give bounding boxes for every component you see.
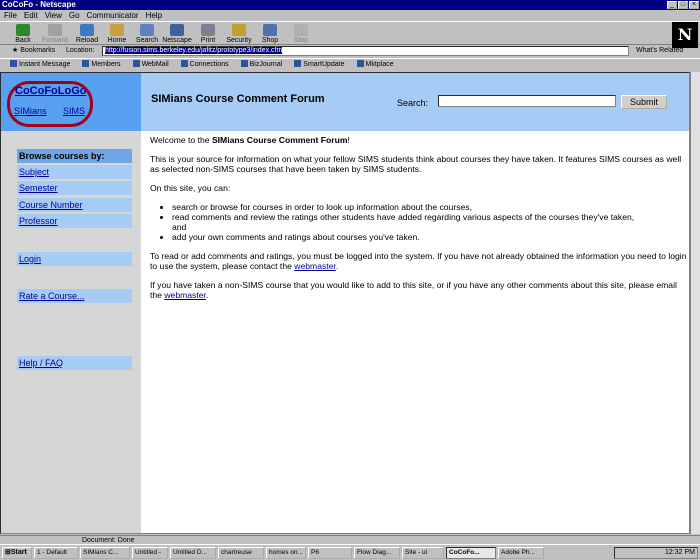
taskbar-item[interactable]: 1 - Default (34, 547, 78, 559)
list-item: add your own comments and ratings about … (172, 232, 689, 242)
bookmark-icon (132, 60, 140, 67)
welcome-paragraph: Welcome to the SIMians Course Comment Fo… (150, 135, 350, 145)
taskbar-item[interactable]: Flow Diag... (354, 547, 400, 559)
home-button[interactable]: Home (102, 24, 132, 44)
personal-webmail[interactable]: WebMail (132, 59, 169, 70)
security-button[interactable]: Security (224, 24, 254, 44)
whats-related-button[interactable]: What's Related (636, 45, 683, 57)
nonsims-paragraph: If you have taken a non-SIMS course that… (150, 280, 677, 300)
taskbar-item[interactable]: Adobe Ph... (498, 547, 544, 559)
window-controls: _ □ × (667, 1, 699, 9)
list-item: search or browse for courses in order to… (172, 202, 689, 212)
home-icon (110, 24, 124, 36)
netscape-button[interactable]: Netscape (162, 24, 192, 44)
reload-button[interactable]: Reload (72, 24, 102, 44)
personal-mktplace[interactable]: Mktplace (356, 59, 394, 70)
login-paragraph: To read or add comments and ratings, you… (150, 251, 687, 271)
location-label: Location: (66, 47, 95, 54)
features-list: search or browse for courses in order to… (150, 202, 689, 242)
nav-help-faq[interactable]: Help / FAQ (17, 356, 132, 370)
webmaster-link[interactable]: webmaster (294, 261, 336, 271)
taskbar-item[interactable]: homes on... (266, 547, 306, 559)
nav-course-number[interactable]: Course Number (17, 198, 132, 212)
menu-help[interactable]: Help (146, 10, 162, 21)
status-bar: Document: Done (0, 535, 700, 544)
window-title: CoCoFo - Netscape (0, 0, 700, 10)
browse-header: Browse courses by: (17, 149, 132, 163)
bookmark-icon (82, 60, 90, 67)
bookmarks-button[interactable]: ★ Bookmarks (12, 45, 55, 57)
simians-link[interactable]: SIMians (14, 106, 47, 116)
taskbar-item-active[interactable]: CoCoFo... (446, 547, 496, 559)
vertical-scrollbar[interactable] (690, 72, 700, 534)
print-button[interactable]: Print (193, 24, 223, 44)
system-tray: 12:32 PM (614, 547, 698, 559)
taskbar-item[interactable]: SIMians C... (80, 547, 130, 559)
nav-rate-course[interactable]: Rate a Course... (17, 289, 132, 303)
taskbar-item[interactable]: P6 (308, 547, 352, 559)
page-content: CoCoFoLoGo SIMians SIMS SIMians Course C… (0, 72, 690, 534)
bookmark-icon (294, 60, 302, 67)
menu-edit[interactable]: Edit (24, 10, 38, 21)
print-icon (201, 24, 215, 36)
maximize-button[interactable]: □ (678, 1, 688, 9)
bookmark-icon (240, 60, 248, 67)
minimize-button[interactable]: _ (667, 1, 677, 9)
forward-button[interactable]: Forward (40, 24, 70, 44)
search-button[interactable]: Search (132, 24, 162, 44)
personal-members[interactable]: Members (82, 59, 121, 70)
logo-link[interactable]: CoCoFoLoGo (15, 85, 86, 97)
webmaster-link[interactable]: webmaster (164, 290, 206, 300)
back-button[interactable]: Back (8, 24, 38, 44)
search-input[interactable] (438, 95, 616, 107)
personal-connections[interactable]: Connections (180, 59, 229, 70)
can-paragraph: On this site, you can: (150, 183, 231, 193)
personal-bizjournal[interactable]: BizJournal (240, 59, 282, 70)
personal-smartupdate[interactable]: SmartUpdate (294, 59, 345, 70)
url-input[interactable]: http://fusion.sims.berkeley.edu/jafitz/p… (102, 46, 629, 56)
sims-link[interactable]: SIMS (63, 106, 85, 116)
nav-subject[interactable]: Subject (17, 165, 132, 179)
taskbar-item[interactable]: Site - ui (402, 547, 444, 559)
taskbar-item[interactable]: chartreuse (218, 547, 264, 559)
start-button[interactable]: ⊞Start (2, 547, 32, 559)
personal-instant-message[interactable]: Instant Message (10, 59, 70, 70)
message-icon (10, 60, 17, 67)
menu-go[interactable]: Go (69, 10, 80, 21)
stop-icon (294, 24, 308, 36)
menu-file[interactable]: File (4, 10, 17, 21)
menu-communicator[interactable]: Communicator (87, 10, 139, 21)
personal-toolbar: Instant Message Members WebMail Connecti… (0, 58, 700, 70)
shop-icon (263, 24, 277, 36)
submit-button[interactable]: Submit (621, 95, 667, 109)
navigation-toolbar: Back Forward Reload Home Search Netscape… (0, 21, 700, 45)
lock-icon (232, 24, 246, 36)
reload-icon (80, 24, 94, 36)
forward-arrow-icon (48, 24, 62, 36)
nav-login[interactable]: Login (17, 252, 132, 266)
menu-bar: File Edit View Go Communicator Help (0, 10, 700, 21)
taskbar: ⊞Start 1 - Default SIMians C... Untitled… (0, 544, 700, 560)
main-text: Welcome to the SIMians Course Comment Fo… (150, 135, 689, 309)
page-title: SIMians Course Comment Forum (151, 93, 325, 105)
close-button[interactable]: × (689, 1, 699, 9)
left-panel (1, 73, 141, 533)
clock: 12:32 PM (665, 549, 695, 556)
nav-semester[interactable]: Semester (17, 181, 132, 195)
menu-view[interactable]: View (45, 10, 62, 21)
nav-professor[interactable]: Professor (17, 214, 132, 228)
bookmark-icon (356, 60, 364, 67)
search-icon (140, 24, 154, 36)
bookmark-icon (180, 60, 188, 67)
netscape-icon (170, 24, 184, 36)
search-label: Search: (397, 98, 429, 108)
list-item: read comments and review the ratings oth… (172, 212, 689, 232)
intro-paragraph: This is your source for information on w… (150, 154, 682, 174)
taskbar-item[interactable]: Untitled - (132, 547, 168, 559)
stop-button[interactable]: Stop (286, 24, 316, 44)
back-arrow-icon (16, 24, 30, 36)
shop-button[interactable]: Shop (255, 24, 285, 44)
taskbar-item[interactable]: Untitled D... (170, 547, 216, 559)
